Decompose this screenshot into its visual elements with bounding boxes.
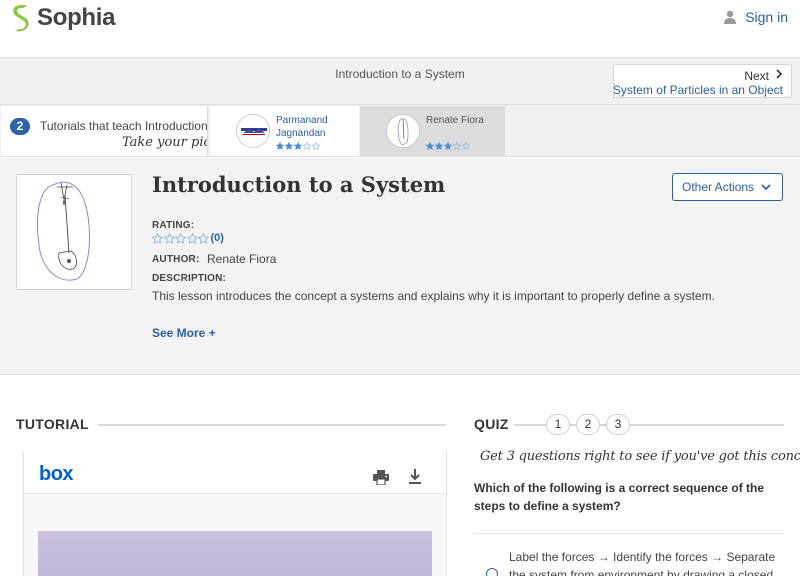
- site-header: Sophia Sign in: [0, 0, 800, 58]
- rating-stars[interactable]: [152, 232, 210, 244]
- lesson-description: This lesson introduces the concept a sys…: [152, 289, 715, 303]
- next-lesson-button[interactable]: Next System of Particles in an Object: [613, 64, 792, 98]
- take-your-pick: Take your pick:: [122, 135, 207, 150]
- lesson-thumbnail: [16, 174, 132, 290]
- tutor-thumbnail: [386, 114, 420, 148]
- tutor-rating: [276, 142, 320, 150]
- lesson-info: Introduction to a System Other Actions R…: [0, 158, 800, 375]
- answer-option[interactable]: Label the forces → Identify the forces →…: [474, 533, 784, 576]
- next-label: Next: [744, 69, 769, 83]
- lesson-nav: Introduction to a System Next System of …: [0, 58, 800, 104]
- star-icon: [453, 142, 461, 150]
- tutor-rating: [426, 142, 470, 150]
- brand-name: Sophia: [37, 4, 116, 31]
- other-actions-label: Other Actions: [682, 180, 755, 194]
- sophia-logo[interactable]: Sophia: [10, 4, 116, 32]
- tutorial-count-badge: 2: [10, 118, 30, 135]
- star-icon: [426, 142, 434, 150]
- star-icon: [285, 142, 293, 150]
- tutor-name: Parmanand Jagnandan: [276, 115, 328, 139]
- tutor-card-renate[interactable]: Renate Fiora: [360, 106, 505, 156]
- tutorial-heading: TUTORIAL: [16, 416, 89, 432]
- answer-radio[interactable]: [486, 568, 498, 576]
- author-name[interactable]: Renate Fiora: [207, 252, 276, 266]
- box-document-viewer[interactable]: box: [23, 452, 447, 576]
- answer-text: Label the forces → Identify the forces →…: [509, 550, 776, 576]
- star-icon: [294, 142, 302, 150]
- quiz-hint: Get 3 questions right to see if you've g…: [480, 449, 800, 464]
- see-more-link[interactable]: See More +: [152, 326, 216, 340]
- star-icon: [444, 142, 452, 150]
- next-lesson-title: System of Particles in an Object: [612, 83, 783, 97]
- quiz-question-text: Which of the following is a correct sequ…: [474, 481, 765, 513]
- other-actions-button[interactable]: Other Actions: [672, 173, 783, 201]
- tutorials-pick-box: 2 Tutorials that teach Introduction to a…: [1, 106, 208, 156]
- tutor-name: Renate Fiora: [426, 115, 484, 126]
- print-icon[interactable]: [373, 470, 389, 485]
- star-icon: [303, 142, 311, 150]
- sign-in-link[interactable]: Sign in: [723, 9, 788, 25]
- user-icon: [724, 10, 737, 24]
- chevron-down-icon: [761, 184, 771, 191]
- rating-count: (0): [210, 232, 224, 244]
- document-page-preview: [38, 531, 432, 576]
- lesson-title: Introduction to a System: [152, 172, 446, 197]
- star-icon: [435, 142, 443, 150]
- quiz-question-1[interactable]: 1: [546, 414, 570, 435]
- quiz-heading: QUIZ: [474, 416, 509, 432]
- chevron-right-icon: [776, 69, 783, 79]
- star-icon: [312, 142, 320, 150]
- star-icon: [152, 232, 163, 244]
- star-icon: [186, 232, 198, 244]
- star-icon: [462, 142, 470, 150]
- box-logo[interactable]: box: [39, 463, 74, 486]
- star-icon: [175, 232, 186, 244]
- tutorial-divider: [98, 424, 446, 426]
- description-label: DESCRIPTION:: [152, 273, 227, 284]
- star-icon: [276, 142, 284, 150]
- rating-label: RATING:: [152, 220, 195, 231]
- star-icon: [163, 232, 175, 244]
- tutorials-bar: 2 Tutorials that teach Introduction to a…: [0, 104, 800, 157]
- author-label: AUTHOR:: [152, 254, 200, 265]
- quiz-question-2[interactable]: 2: [576, 414, 600, 435]
- star-icon: [198, 232, 209, 244]
- sign-in-label: Sign in: [745, 9, 788, 25]
- quiz-question-3[interactable]: 3: [606, 414, 630, 435]
- tutor-thumbnail: [236, 114, 270, 148]
- lesson-rating[interactable]: (0): [152, 232, 224, 244]
- tutorials-text: Tutorials that teach Introduction to a S…: [40, 119, 208, 133]
- sophia-leaf-icon: [13, 5, 29, 32]
- download-icon[interactable]: [408, 469, 422, 485]
- viewer-toolbar: box: [24, 452, 446, 494]
- tutor-card-parmanand[interactable]: Parmanand Jagnandan: [210, 106, 359, 156]
